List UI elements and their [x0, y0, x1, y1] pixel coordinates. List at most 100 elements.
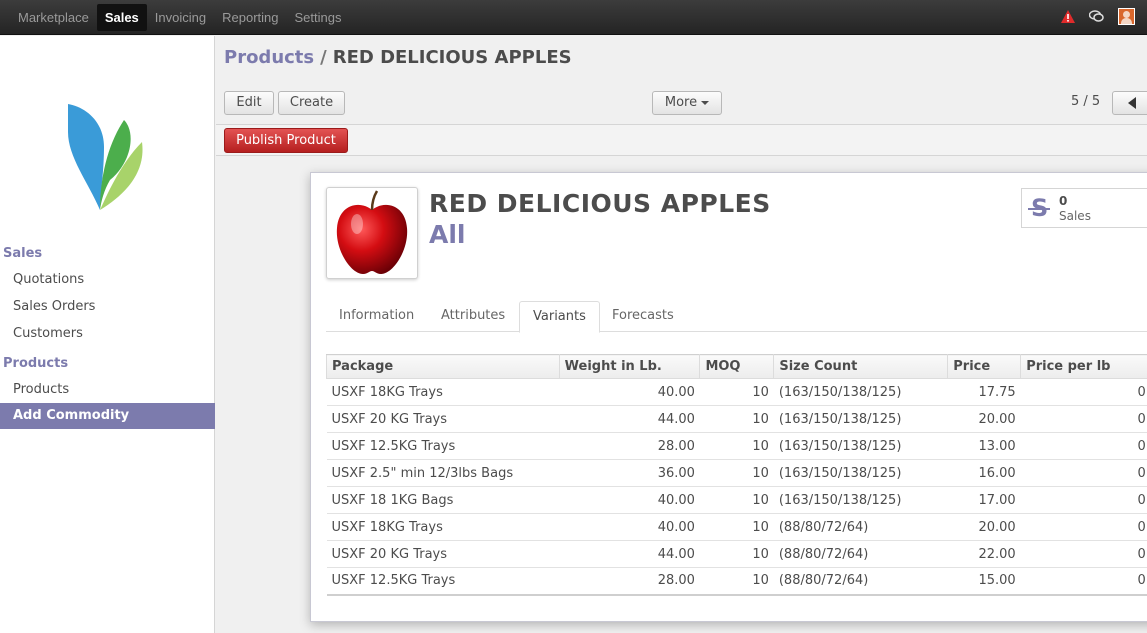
- table-header-row: Package Weight in Lb. MOQ Size Count Pri…: [326, 354, 1147, 379]
- top-menu: Marketplace Sales Invoicing Reporting Se…: [10, 4, 349, 31]
- breadcrumb-separator: /: [320, 47, 327, 68]
- table-cell: 40.00: [559, 513, 700, 541]
- product-form-sheet: RED DELICIOUS APPLES All S 0 Sales Infor…: [310, 172, 1147, 622]
- table-cell: 40.00: [559, 486, 700, 514]
- table-cell: 10: [699, 513, 774, 541]
- table-cell: 0.42: [1020, 486, 1147, 514]
- sales-stat-button[interactable]: S 0 Sales: [1021, 188, 1147, 228]
- previous-record-button[interactable]: [1112, 91, 1147, 115]
- user-avatar[interactable]: [1118, 8, 1135, 25]
- table-cell: 10: [699, 540, 774, 568]
- sidebar-item-products[interactable]: Products: [0, 377, 215, 403]
- breadcrumb-current: RED DELICIOUS APPLES: [332, 47, 572, 68]
- table-cell: (88/80/72/64): [773, 567, 948, 596]
- table-cell: 10: [699, 432, 774, 460]
- product-image[interactable]: [326, 187, 418, 279]
- table-cell: 10: [699, 405, 774, 433]
- table-row[interactable]: USXF 18KG Trays 40.00 10 (88/80/72/64) 20.00…: [326, 513, 1147, 541]
- sidebar-item-add-commodity[interactable]: Add Commodity: [0, 403, 215, 429]
- table-cell: USXF 18 1KG Bags: [326, 486, 560, 514]
- menu-sales[interactable]: Sales: [96, 4, 147, 31]
- top-navbar: Marketplace Sales Invoicing Reporting Se…: [0, 0, 1147, 35]
- alert-icon[interactable]: [1061, 10, 1075, 23]
- table-cell: 17.75: [947, 378, 1021, 406]
- table-cell: (163/150/138/125): [773, 486, 948, 514]
- column-header-package[interactable]: Package: [326, 354, 560, 379]
- column-header-weight[interactable]: Weight in Lb.: [558, 354, 701, 379]
- table-cell: 10: [699, 486, 774, 514]
- product-category: All: [429, 220, 466, 249]
- product-name: RED DELICIOUS APPLES: [429, 189, 771, 218]
- tab-information[interactable]: Information: [326, 301, 427, 332]
- table-cell: 44.00: [559, 405, 700, 433]
- table-row[interactable]: USXF 20 KG Trays 44.00 10 (88/80/72/64) 22.0…: [326, 540, 1147, 568]
- table-cell: 10: [699, 459, 774, 487]
- table-row[interactable]: USXF 18KG Trays 40.00 10 (163/150/138/125) 1…: [326, 378, 1147, 406]
- tab-attributes[interactable]: Attributes: [428, 301, 518, 332]
- table-cell: 22.00: [947, 540, 1021, 568]
- variants-table: Package Weight in Lb. MOQ Size Count Pri…: [326, 354, 1147, 596]
- column-header-moq[interactable]: MOQ: [699, 354, 775, 379]
- table-cell: (88/80/72/64): [773, 513, 948, 541]
- table-cell: 15.00: [947, 567, 1021, 596]
- pager-counter: 5 / 5: [1071, 94, 1101, 109]
- table-row[interactable]: USXF 2.5" min 12/3lbs Bags 36.00 10 (163/15…: [326, 459, 1147, 487]
- table-cell: 0.46: [1020, 432, 1147, 460]
- create-button[interactable]: Create: [278, 91, 345, 115]
- table-row[interactable]: USXF 20 KG Trays 44.00 10 (163/150/138/125)…: [326, 405, 1147, 433]
- tab-variants[interactable]: Variants: [519, 301, 600, 333]
- table-cell: 0.50: [1020, 513, 1147, 541]
- table-cell: 0.44: [1020, 459, 1147, 487]
- table-cell: (163/150/138/125): [773, 378, 948, 406]
- table-cell: 20.00: [947, 405, 1021, 433]
- tab-forecasts[interactable]: Forecasts: [599, 301, 687, 332]
- caret-down-icon: [701, 100, 710, 105]
- publish-product-button[interactable]: Publish Product: [224, 128, 348, 153]
- top-right-tools: [1061, 8, 1135, 25]
- menu-invoicing[interactable]: Invoicing: [147, 4, 214, 31]
- table-cell: USXF 2.5" min 12/3lbs Bags: [326, 459, 560, 487]
- arrow-left-icon: [1128, 97, 1136, 109]
- column-header-price-per-lb[interactable]: Price per lb: [1020, 354, 1147, 379]
- table-row[interactable]: USXF 12.5KG Trays 28.00 10 (163/150/138/125…: [326, 432, 1147, 460]
- table-cell: USXF 12.5KG Trays: [326, 567, 560, 596]
- table-cell: 0.44: [1020, 378, 1147, 406]
- sidebar-item-customers[interactable]: Customers: [0, 321, 215, 347]
- table-cell: 16.00: [947, 459, 1021, 487]
- edit-button[interactable]: Edit: [224, 91, 274, 115]
- table-cell: 0.54: [1020, 567, 1147, 596]
- company-logo: [68, 104, 143, 210]
- table-cell: (163/150/138/125): [773, 459, 948, 487]
- dollar-icon: S: [1027, 194, 1051, 222]
- table-cell: 28.00: [559, 432, 700, 460]
- menu-marketplace[interactable]: Marketplace: [10, 4, 97, 31]
- table-cell: 44.00: [559, 540, 700, 568]
- sidebar-item-sales-orders[interactable]: Sales Orders: [0, 294, 215, 320]
- table-row[interactable]: USXF 12.5KG Trays 28.00 10 (88/80/72/64) 15.…: [326, 567, 1147, 596]
- table-cell: (88/80/72/64): [773, 540, 948, 568]
- table-cell: (163/150/138/125): [773, 432, 948, 460]
- table-cell: 28.00: [559, 567, 700, 596]
- red-apple-image: [336, 190, 408, 274]
- table-cell: USXF 18KG Trays: [326, 513, 560, 541]
- menu-reporting[interactable]: Reporting: [214, 4, 286, 31]
- chat-icon[interactable]: [1089, 10, 1104, 23]
- sidebar-section-sales: Sales: [3, 246, 43, 261]
- table-cell: USXF 18KG Trays: [326, 378, 560, 406]
- form-tabs: Information Attributes Variants Forecast…: [326, 301, 1147, 333]
- left-sidebar: Sales Quotations Sales Orders Customers …: [0, 36, 215, 633]
- sidebar-section-products: Products: [3, 356, 69, 371]
- sidebar-item-quotations[interactable]: Quotations: [0, 267, 215, 293]
- status-bar: [216, 124, 1147, 156]
- more-dropdown-button[interactable]: More: [652, 91, 722, 115]
- table-row[interactable]: USXF 18 1KG Bags 40.00 10 (163/150/138/125)…: [326, 486, 1147, 514]
- table-cell: USXF 20 KG Trays: [326, 540, 560, 568]
- breadcrumb-products-link[interactable]: Products: [224, 47, 314, 68]
- column-header-price[interactable]: Price: [947, 354, 1022, 379]
- more-label: More: [664, 95, 698, 110]
- sales-count: 0: [1059, 194, 1068, 208]
- table-cell: 10: [699, 378, 774, 406]
- sales-label: Sales: [1059, 209, 1091, 223]
- menu-settings[interactable]: Settings: [286, 4, 349, 31]
- column-header-size-count[interactable]: Size Count: [773, 354, 949, 379]
